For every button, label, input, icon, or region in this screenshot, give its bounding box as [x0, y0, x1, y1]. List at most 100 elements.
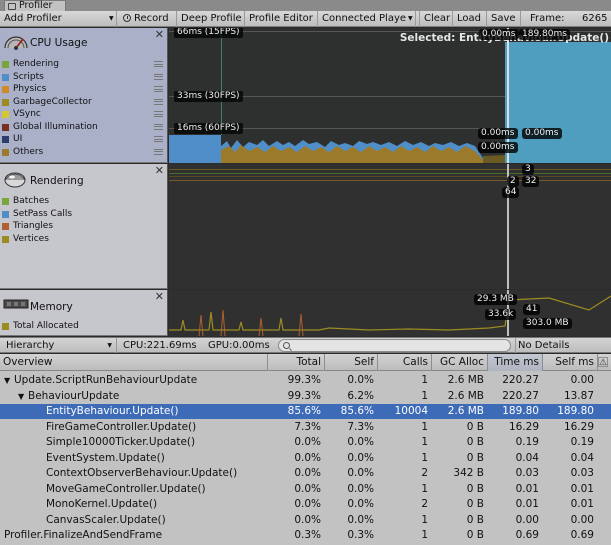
legend-color-swatch[interactable]	[2, 86, 9, 93]
calls-cell: 2	[421, 498, 428, 510]
legend-color-swatch[interactable]	[2, 198, 9, 205]
legend-item[interactable]: Global Illumination	[13, 121, 98, 133]
table-row[interactable]: EventSystem.Update() 0.0% 0.0% 1 0 B 0.04 0.04	[0, 451, 611, 466]
drag-handle-icon[interactable]	[154, 136, 163, 142]
expand-arrow-icon[interactable]: ▼	[4, 373, 14, 388]
legend-item[interactable]: Physics	[13, 83, 46, 95]
legend-item[interactable]: SetPass Calls	[13, 208, 72, 220]
legend-item[interactable]: Scripts	[13, 71, 44, 83]
search-input[interactable]	[278, 339, 511, 352]
close-icon[interactable]: ✕	[155, 28, 164, 41]
record-button[interactable]: Record	[117, 11, 177, 27]
table-row[interactable]: ▼ BehaviourUpdate 99.3% 6.2% 1 2.6 MB 220.27 13…	[0, 389, 611, 404]
legend-item[interactable]: Rendering	[13, 58, 59, 70]
legend-item[interactable]: GarbageCollector	[13, 96, 92, 108]
memory-value-label: 29.3 MB	[474, 294, 517, 305]
clear-button[interactable]: Clear	[420, 11, 453, 27]
profiler-toolbar: Add Profiler ▼ Record Deep Profile Profi…	[0, 11, 611, 27]
deep-profile-button[interactable]: Deep Profile	[177, 11, 245, 27]
cpu-lower-band	[483, 155, 505, 163]
cpu-time-marker	[221, 28, 222, 135]
legend-color-swatch[interactable]	[2, 98, 9, 106]
profiler-tab[interactable]: Profiler	[4, 0, 66, 11]
column-header-calls[interactable]: Calls	[378, 354, 432, 371]
close-icon[interactable]: ✕	[155, 290, 164, 303]
cpu-usage-chart[interactable]: 66ms (15FPS) 33ms (30FPS) 16ms (60FPS) S…	[169, 28, 611, 163]
legend-item[interactable]: Batches	[13, 195, 49, 207]
connected-player-dropdown[interactable]: Connected Playe ▼	[318, 11, 416, 27]
legend-item[interactable]: VSync	[13, 108, 41, 120]
table-row[interactable]: CanvasScaler.Update() 0.0% 0.0% 1 0 B 0.00 0.0…	[0, 513, 611, 528]
legend-color-swatch[interactable]	[2, 61, 9, 68]
legend-color-swatch[interactable]	[2, 148, 9, 156]
time-cell: 0.69	[515, 529, 539, 541]
table-row[interactable]: ContextObserverBehaviour.Update() 0.0% 0.0…	[0, 466, 611, 481]
column-header-self-ms[interactable]: Self ms	[543, 354, 598, 371]
frame-label: Frame:	[530, 13, 565, 24]
table-row[interactable]: FireGameController.Update() 7.3% 7.3% 1 0 B 1…	[0, 420, 611, 435]
legend-item[interactable]: UI	[13, 133, 22, 145]
table-row[interactable]: Simple10000Ticker.Update() 0.0% 0.0% 1 0 B 0.…	[0, 435, 611, 450]
view-mode-label: Hierarchy	[6, 340, 55, 351]
load-button[interactable]: Load	[453, 11, 487, 27]
legend-color-swatch[interactable]	[2, 210, 9, 218]
drag-handle-icon[interactable]	[154, 111, 163, 117]
gc-cell: 0 B	[466, 529, 484, 541]
drag-handle-icon[interactable]	[154, 73, 163, 80]
table-row[interactable]: EntityBehaviour.Update() 85.6% 85.6% 10004 2…	[0, 404, 611, 419]
rendering-panel[interactable]: Rendering ✕ Batches SetPass Calls Triangle…	[0, 164, 168, 289]
drag-handle-icon[interactable]	[154, 123, 163, 130]
memory-panel[interactable]: Memory ✕ Total Allocated	[0, 290, 168, 336]
legend-color-swatch[interactable]	[2, 235, 9, 243]
legend-item[interactable]: Triangles	[13, 220, 53, 232]
column-header-gc-alloc[interactable]: GC Alloc	[432, 354, 488, 371]
drag-handle-icon[interactable]	[154, 98, 163, 105]
legend-color-swatch[interactable]	[2, 73, 9, 81]
drag-handle-icon[interactable]	[154, 86, 163, 92]
time-cell: 0.19	[515, 436, 539, 448]
expand-arrow-icon[interactable]: ▼	[18, 389, 28, 404]
memory-value-label: 33.6k	[485, 309, 517, 320]
legend-color-swatch[interactable]	[2, 111, 9, 118]
table-header: Overview Total Self Calls GC Alloc Time ms Sel…	[0, 354, 611, 371]
view-mode-dropdown[interactable]: Hierarchy ▼	[0, 338, 117, 353]
legend-color-swatch[interactable]	[2, 123, 9, 131]
legend-item[interactable]: Vertices	[13, 233, 49, 245]
profile-editor-button[interactable]: Profile Editor	[245, 11, 318, 27]
calls-cell: 1	[421, 374, 428, 386]
legend-color-swatch[interactable]	[2, 323, 9, 330]
clear-label: Clear	[424, 13, 451, 24]
deep-profile-label: Deep Profile	[181, 13, 242, 24]
rendering-chart[interactable]: 3 2 32 64	[169, 164, 611, 289]
legend-item[interactable]: Others	[13, 146, 43, 158]
memory-title: Memory	[30, 301, 73, 313]
legend-color-swatch[interactable]	[2, 136, 9, 143]
selfms-cell: 13.87	[563, 389, 594, 402]
column-header-time-ms[interactable]: Time ms	[488, 354, 543, 371]
add-profiler-dropdown[interactable]: Add Profiler ▼	[0, 11, 117, 27]
table-row[interactable]: ▼ Update.ScriptRunBehaviourUpdate 99.3% 0.0…	[0, 373, 611, 388]
gc-cell: 0 B	[466, 513, 484, 526]
memory-chart[interactable]: 29.3 MB 41 33.6k 303.0 MB	[169, 290, 611, 336]
cpu-usage-panel[interactable]: CPU Usage ✕ Rendering Scripts Physics Garba…	[0, 28, 168, 163]
self-cell: 0.3%	[347, 529, 374, 541]
table-row[interactable]: Profiler.FinalizeAndSendFrame 0.3% 0.3% 1 0 …	[0, 528, 611, 543]
self-cell: 0.0%	[347, 374, 374, 386]
column-header-total[interactable]: Total	[268, 354, 325, 371]
table-row[interactable]: MonoKernel.Update() 0.0% 0.0% 2 0 B 0.01 0.01	[0, 497, 611, 512]
details-mode-dropdown[interactable]: No Details	[515, 338, 611, 353]
time-cell: 189.80	[502, 405, 539, 417]
drag-handle-icon[interactable]	[154, 61, 163, 67]
legend-color-swatch[interactable]	[2, 223, 9, 230]
close-icon[interactable]: ✕	[155, 164, 164, 177]
save-button[interactable]: Save	[487, 11, 521, 27]
column-header-overview[interactable]: Overview	[0, 354, 268, 371]
table-row[interactable]: MoveGameController.Update() 0.0% 0.0% 1 0 B 0…	[0, 482, 611, 497]
record-label: Record	[134, 13, 169, 24]
time-cell: 0.01	[515, 498, 539, 510]
drag-handle-icon[interactable]	[154, 148, 163, 155]
legend-item[interactable]: Total Allocated	[13, 320, 79, 332]
column-header-self[interactable]: Self	[325, 354, 378, 371]
window-tab-strip: Profiler	[0, 0, 611, 11]
function-name: Update.ScriptRunBehaviourUpdate	[14, 374, 198, 386]
